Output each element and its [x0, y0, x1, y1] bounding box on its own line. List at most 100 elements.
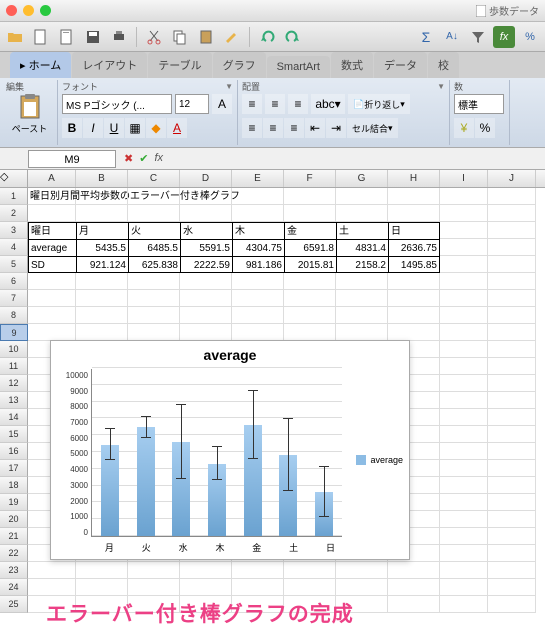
- col-header[interactable]: J: [488, 170, 536, 187]
- cell[interactable]: [336, 324, 388, 341]
- cell[interactable]: [440, 341, 488, 358]
- row-header[interactable]: 14: [0, 409, 28, 426]
- col-header[interactable]: I: [440, 170, 488, 187]
- open-icon[interactable]: [4, 26, 26, 48]
- select-all-corner[interactable]: ◇: [0, 170, 28, 187]
- cell[interactable]: [336, 205, 388, 222]
- cell[interactable]: [128, 562, 180, 579]
- cell[interactable]: [488, 358, 536, 375]
- cell[interactable]: 1495.85: [388, 256, 440, 273]
- cell[interactable]: [488, 188, 536, 205]
- cell[interactable]: [440, 324, 488, 341]
- align-left-icon[interactable]: ≡: [242, 118, 262, 138]
- cell[interactable]: [284, 205, 336, 222]
- col-header[interactable]: E: [232, 170, 284, 187]
- cell[interactable]: 木: [232, 222, 284, 239]
- save-icon[interactable]: [82, 26, 104, 48]
- bold-button[interactable]: B: [62, 118, 82, 138]
- fx-icon[interactable]: fx: [493, 26, 515, 48]
- cell[interactable]: [232, 290, 284, 307]
- cell[interactable]: 日: [388, 222, 440, 239]
- brush-icon[interactable]: [221, 26, 243, 48]
- cell[interactable]: [232, 205, 284, 222]
- cell[interactable]: [440, 307, 488, 324]
- cell[interactable]: [76, 290, 128, 307]
- cell[interactable]: [388, 562, 440, 579]
- col-header[interactable]: D: [180, 170, 232, 187]
- align-center-icon[interactable]: ≡: [263, 118, 283, 138]
- row-header[interactable]: 16: [0, 443, 28, 460]
- cell[interactable]: [232, 562, 284, 579]
- cell[interactable]: [440, 205, 488, 222]
- filter-icon[interactable]: [467, 26, 489, 48]
- tab-home[interactable]: ▸ ホーム: [10, 52, 71, 78]
- row-header[interactable]: 17: [0, 460, 28, 477]
- cell[interactable]: [232, 273, 284, 290]
- cell[interactable]: 曜日別月間平均歩数のエラーバー付き棒グラフ: [28, 188, 76, 205]
- row-header[interactable]: 19: [0, 494, 28, 511]
- row-header[interactable]: 21: [0, 528, 28, 545]
- cell[interactable]: [232, 579, 284, 596]
- row-header[interactable]: 13: [0, 392, 28, 409]
- row-header[interactable]: 15: [0, 426, 28, 443]
- cell[interactable]: [440, 256, 488, 273]
- cell[interactable]: [28, 205, 76, 222]
- cell[interactable]: [488, 290, 536, 307]
- cell[interactable]: [440, 290, 488, 307]
- cell[interactable]: 火: [128, 222, 180, 239]
- cell[interactable]: [284, 273, 336, 290]
- row-header[interactable]: 9: [0, 324, 28, 341]
- cell[interactable]: [440, 426, 488, 443]
- tab-layout[interactable]: レイアウト: [72, 52, 147, 78]
- row-header[interactable]: 18: [0, 477, 28, 494]
- redo-icon[interactable]: [282, 26, 304, 48]
- orientation-icon[interactable]: abc▾: [311, 94, 345, 114]
- cell[interactable]: [488, 494, 536, 511]
- cell[interactable]: [488, 375, 536, 392]
- currency-icon[interactable]: ¥: [454, 118, 474, 138]
- fx-formula-icon[interactable]: fx: [154, 152, 163, 165]
- tab-table[interactable]: テーブル: [148, 52, 211, 78]
- merge-cells-button[interactable]: セル結合 ▾: [347, 118, 398, 138]
- cell[interactable]: average: [28, 239, 76, 256]
- cell[interactable]: [488, 511, 536, 528]
- cell[interactable]: [388, 324, 440, 341]
- cell[interactable]: [388, 290, 440, 307]
- confirm-formula-icon[interactable]: ✔: [139, 152, 148, 165]
- row-header[interactable]: 8: [0, 307, 28, 324]
- cell[interactable]: [488, 324, 536, 341]
- cell[interactable]: 4831.4: [336, 239, 388, 256]
- italic-button[interactable]: I: [83, 118, 103, 138]
- align-mid-icon[interactable]: ≡: [265, 94, 285, 114]
- cell[interactable]: [232, 188, 284, 205]
- cell[interactable]: [180, 579, 232, 596]
- row-header[interactable]: 7: [0, 290, 28, 307]
- cell[interactable]: [232, 324, 284, 341]
- cell[interactable]: [284, 562, 336, 579]
- cell[interactable]: [440, 562, 488, 579]
- row-header[interactable]: 24: [0, 579, 28, 596]
- cell[interactable]: [180, 307, 232, 324]
- col-header[interactable]: G: [336, 170, 388, 187]
- row-header[interactable]: 11: [0, 358, 28, 375]
- cell[interactable]: [488, 307, 536, 324]
- cell[interactable]: [76, 562, 128, 579]
- cell[interactable]: [440, 358, 488, 375]
- cell[interactable]: 水: [180, 222, 232, 239]
- tab-data[interactable]: データ: [374, 52, 427, 78]
- cell[interactable]: [488, 426, 536, 443]
- cell[interactable]: [284, 307, 336, 324]
- cell[interactable]: [440, 273, 488, 290]
- cell[interactable]: [284, 188, 336, 205]
- col-header[interactable]: A: [28, 170, 76, 187]
- cell[interactable]: [336, 290, 388, 307]
- row-header[interactable]: 23: [0, 562, 28, 579]
- new2-icon[interactable]: [56, 26, 78, 48]
- print-icon[interactable]: [108, 26, 130, 48]
- cell[interactable]: [336, 307, 388, 324]
- cell[interactable]: [28, 562, 76, 579]
- cell[interactable]: [440, 579, 488, 596]
- cell[interactable]: 5591.5: [180, 239, 232, 256]
- cell[interactable]: [488, 545, 536, 562]
- cell[interactable]: [388, 205, 440, 222]
